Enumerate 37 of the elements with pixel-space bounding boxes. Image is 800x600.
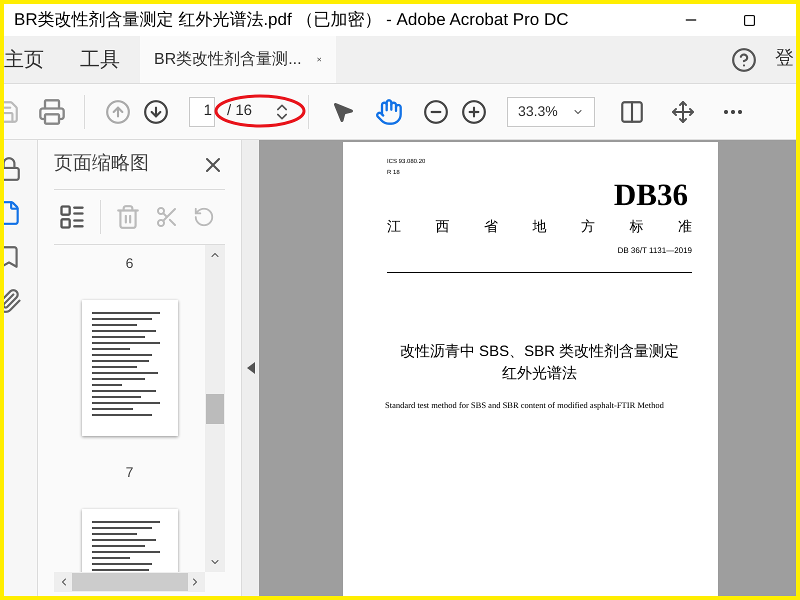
hand-icon[interactable] — [375, 98, 404, 126]
options-icon[interactable] — [58, 203, 86, 231]
page-number-label: 6 — [126, 254, 134, 273]
sign-in-link[interactable]: 登 — [775, 45, 794, 74]
panel-title: 页面缩略图 — [54, 152, 149, 176]
scrollbar-thumb[interactable] — [72, 573, 188, 591]
nav-tab[interactable]: 工具 — [68, 36, 132, 83]
page-number-field[interactable]: 1 — [189, 96, 215, 126]
next-page-icon[interactable] — [143, 98, 169, 124]
vertical-scrollbar[interactable] — [205, 245, 225, 572]
horizontal-scrollbar[interactable] — [54, 572, 205, 592]
heading-character: 江 — [387, 217, 401, 236]
page-thumbnail[interactable] — [82, 300, 178, 436]
heading-character: 地 — [532, 217, 546, 236]
scrollbar-thumb[interactable] — [206, 394, 224, 424]
nav-tab[interactable]: 主页 — [4, 36, 68, 83]
heading-character: 准 — [678, 217, 692, 236]
print-icon[interactable] — [38, 98, 66, 126]
page-count: / 16 — [227, 101, 252, 122]
zoom-in-icon[interactable] — [461, 98, 488, 124]
standard-number: DB 36/T 1131—2019 — [616, 245, 692, 257]
heading-character: 西 — [436, 217, 450, 236]
collapse-arrow-icon[interactable] — [246, 362, 254, 374]
maximize-icon[interactable] — [743, 14, 756, 26]
english-subtitle: Standard test method for SBS and SBR content of modified asphalt-FTIR Method — [385, 399, 665, 412]
document-title: 改性沥青中 SBS、SBR 类改性剂含量测定 — [400, 342, 680, 362]
zoom-out-icon[interactable] — [423, 98, 450, 124]
zoom-dropdown[interactable]: 33.3% — [507, 96, 596, 126]
document-tab[interactable]: BR类改性剂含量测... — [140, 36, 336, 83]
page-number-label: 7 — [126, 463, 134, 482]
standard-logo: DB36 — [612, 178, 689, 212]
window-title: BR类改性剂含量测定 红外光谱法.pdf （已加密） - Adobe Acrobat Pro DC — [14, 9, 570, 32]
heading-character: 方 — [581, 217, 595, 236]
help-icon[interactable] — [731, 46, 757, 72]
heading-character: 省 — [484, 217, 498, 236]
document-title: 红外光谱法 — [502, 364, 577, 384]
heading-character: 标 — [630, 217, 644, 236]
